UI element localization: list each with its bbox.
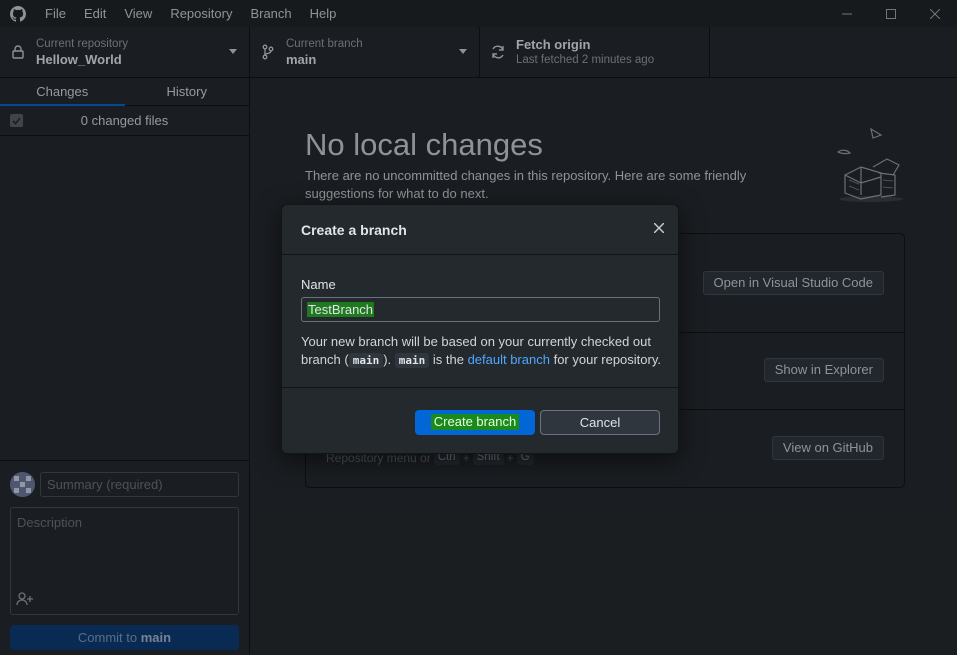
dialog-header: Create a branch: [282, 205, 678, 255]
branch-code: main: [394, 353, 430, 368]
create-branch-dialog: Create a branch Name TestBranch Your new…: [281, 204, 679, 454]
branch-code: main: [348, 353, 384, 368]
help-text-part: ).: [383, 352, 395, 367]
branch-name-value: TestBranch: [307, 302, 375, 317]
help-text-part: is the: [429, 352, 468, 367]
dialog-footer: Create branch Cancel: [282, 388, 678, 453]
dialog-close-button[interactable]: [651, 220, 667, 236]
create-branch-label: Create branch: [430, 414, 520, 430]
dialog-body: Name TestBranch Your new branch will be …: [282, 256, 678, 388]
default-branch-link[interactable]: default branch: [468, 352, 550, 367]
branch-name-input[interactable]: TestBranch: [301, 297, 660, 322]
branch-help-text: Your new branch will be based on your cu…: [301, 333, 666, 370]
cancel-button[interactable]: Cancel: [540, 410, 660, 435]
branch-name-label: Name: [301, 277, 336, 292]
dialog-title: Create a branch: [301, 222, 407, 238]
help-text-part: for your repository.: [549, 352, 661, 367]
close-icon: [654, 223, 664, 233]
create-branch-button[interactable]: Create branch: [415, 410, 535, 435]
